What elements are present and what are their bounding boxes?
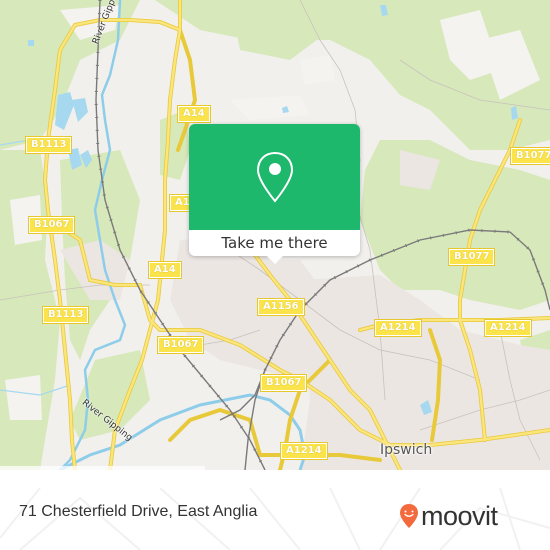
moovit-logo[interactable]: moovit [399, 496, 498, 536]
moovit-wordmark: moovit [421, 500, 498, 531]
moovit-smile-pin-icon [400, 504, 418, 528]
road-label-b1113: B1113 [24, 136, 73, 154]
road-label-a1156: A1156 [257, 298, 305, 316]
map-attribution[interactable]: © OpenStreetMap contributors [0, 466, 205, 470]
popup-header [189, 124, 360, 230]
road-label-a1214: A1214 [374, 319, 422, 337]
road-label-a14: A14 [148, 261, 182, 279]
road-label-a14: A14 [177, 105, 211, 123]
popup-pointer [266, 255, 284, 264]
destination-popup[interactable]: Take me there [189, 124, 360, 264]
road-label-b1077: B1077 [509, 147, 550, 165]
road-label-b1067: B1067 [259, 374, 308, 392]
road-label-b1113: B1113 [41, 306, 90, 324]
footer-bar: 71 Chesterfield Drive, East Anglia moovi… [0, 488, 550, 550]
road-label-b1077: B1077 [447, 248, 496, 266]
road-label-b1067: B1067 [156, 336, 205, 354]
map-view[interactable]: A14 B1113 A1 B1067 A14 B1113 B1067 A1156… [0, 0, 550, 470]
take-me-there-button[interactable]: Take me there [189, 230, 360, 256]
road-label-a1214: A1214 [280, 442, 328, 460]
address-text: 71 Chesterfield Drive, East Anglia [19, 503, 258, 520]
map-pin-icon [256, 151, 293, 203]
road-label-a1214: A1214 [484, 319, 532, 337]
place-label-ipswich: Ipswich [380, 442, 433, 458]
road-label-b1067: B1067 [27, 216, 76, 234]
